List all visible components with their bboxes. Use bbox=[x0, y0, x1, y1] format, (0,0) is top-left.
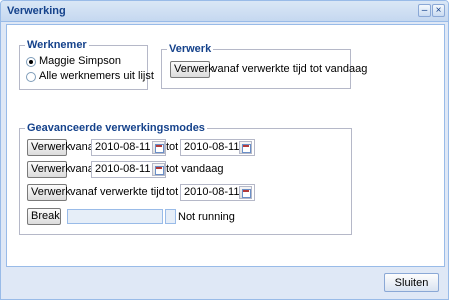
break-button[interactable]: Break bbox=[27, 208, 61, 225]
werknemer-legend: Werknemer bbox=[25, 39, 89, 51]
row3-vanaf-verwerkte-tijd-label: vanaf verwerkte tijd bbox=[70, 186, 165, 198]
advanced-legend: Geavanceerde verwerkingsmodes bbox=[25, 122, 207, 134]
radio-label-alle-werknemers[interactable]: Alle werknemers uit lijst bbox=[39, 70, 154, 82]
row2-verwerk-button[interactable]: Verwerk bbox=[27, 161, 71, 178]
verwerk-legend: Verwerk bbox=[167, 43, 214, 55]
row3-tot-label: tot bbox=[166, 186, 179, 198]
row1-tot-label: tot bbox=[166, 141, 179, 153]
verwerk-button[interactable]: Verwerk bbox=[170, 61, 214, 78]
window-title: Verwerking bbox=[7, 5, 66, 17]
row1-verwerk-button[interactable]: Verwerk bbox=[27, 139, 71, 156]
verwerk-fieldset: Verwerk Verwerk vanaf verwerkte tijd tot… bbox=[161, 43, 367, 89]
row2-from-calendar-icon[interactable] bbox=[152, 163, 165, 176]
window-titlebar[interactable]: Verwerking – × bbox=[1, 1, 448, 22]
row2-tot-vandaag-label: tot vandaag bbox=[166, 163, 224, 175]
row3-to-calendar-icon[interactable] bbox=[239, 186, 252, 199]
radio-maggie-simpson[interactable] bbox=[26, 57, 36, 67]
progress-indicator bbox=[165, 209, 176, 224]
radio-label-maggie-simpson[interactable]: Maggie Simpson bbox=[39, 55, 121, 67]
row1-to-calendar-icon[interactable] bbox=[239, 141, 252, 154]
close-icon[interactable]: × bbox=[432, 4, 445, 17]
window-body: Werknemer Maggie Simpson Alle werknemers… bbox=[6, 24, 445, 267]
werknemer-fieldset: Werknemer Maggie Simpson Alle werknemers… bbox=[19, 39, 154, 90]
verwerking-window: Verwerking – × Werknemer Maggie Simpson … bbox=[0, 0, 449, 300]
row1-from-calendar-icon[interactable] bbox=[152, 141, 165, 154]
advanced-fieldset: Geavanceerde verwerkingsmodes Verwerk va… bbox=[19, 122, 352, 235]
minimize-icon[interactable]: – bbox=[418, 4, 431, 17]
status-label: Not running bbox=[178, 211, 235, 223]
progress-bar bbox=[67, 209, 163, 224]
sluiten-button[interactable]: Sluiten bbox=[384, 273, 439, 292]
verwerk-label: vanaf verwerkte tijd tot vandaag bbox=[212, 63, 368, 75]
radio-alle-werknemers[interactable] bbox=[26, 72, 36, 82]
row3-verwerk-button[interactable]: Verwerk bbox=[27, 184, 71, 201]
